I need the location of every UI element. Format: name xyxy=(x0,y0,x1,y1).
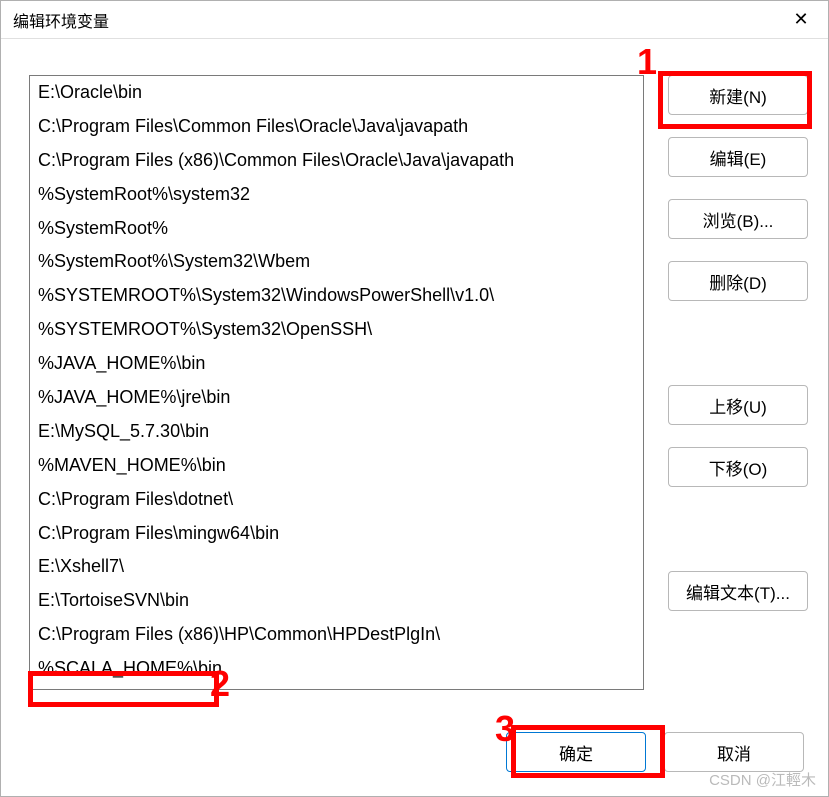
button-spacer-2 xyxy=(668,509,808,549)
cancel-button[interactable]: 取消 xyxy=(664,732,804,772)
list-item[interactable]: E:\Xshell7\ xyxy=(30,550,643,584)
list-item[interactable]: E:\Git\cmd xyxy=(30,686,643,690)
list-item[interactable]: C:\Program Files\Common Files\Oracle\Jav… xyxy=(30,110,643,144)
list-item[interactable]: %JAVA_HOME%\bin xyxy=(30,347,643,381)
dialog-content: E:\Oracle\binC:\Program Files\Common Fil… xyxy=(1,39,828,722)
list-item[interactable]: C:\Program Files (x86)\Common Files\Orac… xyxy=(30,144,643,178)
close-button[interactable]: ✕ xyxy=(786,5,816,35)
button-spacer xyxy=(668,323,808,363)
titlebar: 编辑环境变量 ✕ xyxy=(1,1,828,39)
list-item[interactable]: E:\TortoiseSVN\bin xyxy=(30,584,643,618)
move-up-button[interactable]: 上移(U) xyxy=(668,385,808,425)
list-item[interactable]: %SYSTEMROOT%\System32\WindowsPowerShell\… xyxy=(30,279,643,313)
list-item[interactable]: %SystemRoot%\system32 xyxy=(30,178,643,212)
path-listbox[interactable]: E:\Oracle\binC:\Program Files\Common Fil… xyxy=(29,75,644,690)
close-icon: ✕ xyxy=(793,9,808,29)
ok-button[interactable]: 确定 xyxy=(506,732,646,772)
move-down-button[interactable]: 下移(O) xyxy=(668,447,808,487)
footer: 确定 取消 xyxy=(1,722,828,796)
list-item[interactable]: %SCALA_HOME%\bin xyxy=(30,652,643,686)
new-button[interactable]: 新建(N) xyxy=(668,75,808,115)
browse-button[interactable]: 浏览(B)... xyxy=(668,199,808,239)
list-item[interactable]: C:\Program Files\dotnet\ xyxy=(30,483,643,517)
list-item[interactable]: C:\Program Files (x86)\HP\Common\HPDestP… xyxy=(30,618,643,652)
list-item[interactable]: %SystemRoot% xyxy=(30,212,643,246)
edit-button[interactable]: 编辑(E) xyxy=(668,137,808,177)
list-item[interactable]: %SystemRoot%\System32\Wbem xyxy=(30,245,643,279)
list-item[interactable]: E:\Oracle\bin xyxy=(30,76,643,110)
list-item[interactable]: %SYSTEMROOT%\System32\OpenSSH\ xyxy=(30,313,643,347)
list-item[interactable]: E:\MySQL_5.7.30\bin xyxy=(30,415,643,449)
side-buttons: 新建(N) 编辑(E) 浏览(B)... 删除(D) 上移(U) 下移(O) 编… xyxy=(668,75,808,710)
env-var-dialog: 编辑环境变量 ✕ E:\Oracle\binC:\Program Files\C… xyxy=(0,0,829,797)
list-wrap: E:\Oracle\binC:\Program Files\Common Fil… xyxy=(29,75,644,710)
edit-text-button[interactable]: 编辑文本(T)... xyxy=(668,571,808,611)
list-item[interactable]: C:\Program Files\mingw64\bin xyxy=(30,517,643,551)
list-item[interactable]: %JAVA_HOME%\jre\bin xyxy=(30,381,643,415)
dialog-title: 编辑环境变量 xyxy=(13,8,109,32)
list-item[interactable]: %MAVEN_HOME%\bin xyxy=(30,449,643,483)
delete-button[interactable]: 删除(D) xyxy=(668,261,808,301)
